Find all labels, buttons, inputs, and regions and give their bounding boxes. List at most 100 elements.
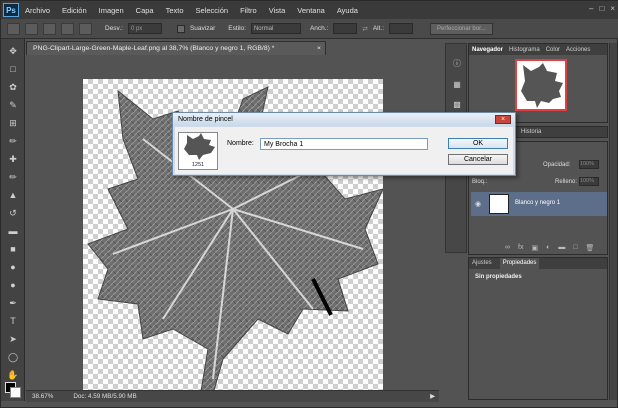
height-input[interactable] xyxy=(389,23,414,34)
brush-panel-icon[interactable]: ▩ xyxy=(451,100,463,110)
brush-name-input[interactable]: My Brocha 1 xyxy=(260,138,428,150)
tools-panel: ✥ □ ✿ ✎ ⊞ ✏ ✚ ✏ ▲ ↺ ▬ ■ ● ● ✒ T ➤ ◯ ✋ xyxy=(1,39,25,401)
fill-input[interactable]: 100% xyxy=(579,177,599,186)
new-selection-icon[interactable] xyxy=(25,22,38,35)
layer-style-icon[interactable]: fx xyxy=(518,244,523,252)
clone-stamp-tool-icon[interactable]: ▲ xyxy=(6,189,20,201)
tab-historia[interactable]: Historia xyxy=(521,129,541,135)
menu-archivo[interactable]: Archivo xyxy=(19,6,56,15)
gradient-tool-icon[interactable]: ■ xyxy=(6,243,20,255)
quick-selection-tool-icon[interactable]: ✎ xyxy=(6,99,20,111)
delete-layer-icon[interactable]: 🗑 xyxy=(586,244,595,252)
lasso-tool-icon[interactable]: ✿ xyxy=(6,81,20,93)
no-properties-text: Sin propiedades xyxy=(475,274,522,280)
status-arrow-icon[interactable]: ▶ xyxy=(430,393,435,400)
eraser-tool-icon[interactable]: ▬ xyxy=(6,225,20,237)
tab-propiedades[interactable]: Propiedades xyxy=(499,258,540,269)
swap-icon[interactable]: ⇄ xyxy=(362,25,367,33)
dodge-tool-icon[interactable]: ● xyxy=(6,279,20,291)
navigator-panel: Navegador Histograma Color Acciones xyxy=(468,43,608,123)
menu-ventana[interactable]: Ventana xyxy=(291,6,331,15)
dialog-close-button[interactable]: × xyxy=(495,115,511,124)
eyedropper-tool-icon[interactable]: ✏ xyxy=(6,135,20,147)
cancel-button[interactable]: Cancelar xyxy=(448,154,508,165)
marquee-tool-preset-icon[interactable] xyxy=(7,22,20,35)
height-label: Alt.: xyxy=(372,25,385,32)
menu-capa[interactable]: Capa xyxy=(130,6,160,15)
ok-button[interactable]: OK xyxy=(448,138,508,149)
status-bar: 38.67% Doc: 4.59 MB/5.90 MB ▶ xyxy=(26,390,439,402)
dialog-body: 1251 Nombre: My Brocha 1 OK Cancelar xyxy=(175,127,513,174)
shape-tool-icon[interactable]: ◯ xyxy=(6,351,20,363)
document-tab[interactable]: PNG-Clipart-Large-Green-Maple-Leaf.png a… xyxy=(26,41,326,55)
menu-edicion[interactable]: Edición xyxy=(56,6,93,15)
menu-imagen[interactable]: Imagen xyxy=(93,6,130,15)
tab-ajustes[interactable]: Ajustes xyxy=(472,258,492,269)
background-color-swatch[interactable] xyxy=(10,387,21,398)
fill-label: Relleno: xyxy=(555,179,578,185)
menu-seleccion[interactable]: Selección xyxy=(190,6,235,15)
menu-texto[interactable]: Texto xyxy=(160,6,190,15)
add-selection-icon[interactable] xyxy=(43,22,56,35)
tab-color[interactable]: Color xyxy=(546,47,560,53)
close-icon[interactable]: × xyxy=(610,4,615,13)
brush-size-number: 1251 xyxy=(191,162,205,168)
width-input[interactable] xyxy=(333,23,358,34)
navigator-tabs: Navegador Histograma Color Acciones xyxy=(469,44,607,55)
link-layers-icon[interactable]: ∞ xyxy=(505,244,510,252)
healing-brush-tool-icon[interactable]: ✚ xyxy=(6,153,20,165)
hand-tool-icon[interactable]: ✋ xyxy=(6,369,20,381)
menu-ayuda[interactable]: Ayuda xyxy=(331,6,364,15)
brush-tool-icon[interactable]: ✏ xyxy=(6,171,20,183)
brush-preview: 1251 xyxy=(178,132,218,170)
pen-tool-icon[interactable]: ✒ xyxy=(6,297,20,309)
tab-histograma[interactable]: Histograma xyxy=(509,47,540,53)
info-panel-icon[interactable]: ⓘ xyxy=(451,58,463,68)
right-scrollbar[interactable] xyxy=(609,43,617,400)
photoshop-window: Ps Archivo Edición Imagen Capa Texto Sel… xyxy=(0,0,618,408)
path-selection-tool-icon[interactable]: ➤ xyxy=(6,333,20,345)
history-brush-tool-icon[interactable]: ↺ xyxy=(6,207,20,219)
tab-navegador[interactable]: Navegador xyxy=(472,47,503,53)
minimize-icon[interactable]: – xyxy=(589,4,593,13)
canvas-area[interactable] xyxy=(26,55,439,395)
visibility-eye-icon[interactable]: ◉ xyxy=(475,200,481,208)
antialias-checkbox[interactable] xyxy=(176,24,185,33)
opacity-label: Opacidad: xyxy=(543,162,571,168)
close-tab-icon[interactable]: × xyxy=(317,42,321,55)
menu-filtro[interactable]: Filtro xyxy=(234,6,263,15)
layer-row[interactable]: ◉ Blanco y negro 1 xyxy=(471,192,607,216)
maximize-icon[interactable]: □ xyxy=(599,4,604,13)
subtract-selection-icon[interactable] xyxy=(61,22,74,35)
move-tool-icon[interactable]: ✥ xyxy=(6,45,20,57)
crop-tool-icon[interactable]: ⊞ xyxy=(6,117,20,129)
app-logo: Ps xyxy=(3,3,19,17)
intersect-selection-icon[interactable] xyxy=(79,22,92,35)
brush-leaf-preview xyxy=(184,133,215,160)
tab-acciones[interactable]: Acciones xyxy=(566,47,590,53)
menu-vista[interactable]: Vista xyxy=(263,6,292,15)
navigator-preview[interactable] xyxy=(515,59,567,111)
menu-bar: Ps Archivo Edición Imagen Capa Texto Sel… xyxy=(1,1,618,19)
layer-mask-icon[interactable]: ▣ xyxy=(531,244,538,252)
new-layer-icon[interactable]: □ xyxy=(573,244,577,252)
properties-tabs: Ajustes Propiedades xyxy=(469,258,607,269)
style-select[interactable]: Normal xyxy=(250,23,301,34)
new-group-icon[interactable]: ▬ xyxy=(558,244,565,252)
brush-presets-icon[interactable]: ▦ xyxy=(451,80,463,90)
blur-tool-icon[interactable]: ● xyxy=(6,261,20,273)
name-label: Nombre: xyxy=(227,140,254,147)
antialias-label: Suavizar xyxy=(189,25,216,32)
refine-edge-button[interactable]: Perfeccionar bor... xyxy=(430,22,493,35)
layer-name: Blanco y negro 1 xyxy=(515,200,561,206)
feather-label: Desv.: xyxy=(105,25,123,32)
properties-panel: Ajustes Propiedades Sin propiedades xyxy=(468,257,608,400)
navigator-leaf-thumbnail xyxy=(521,63,563,108)
window-controls: – □ × xyxy=(589,4,615,13)
feather-input[interactable]: 0 px xyxy=(127,23,162,34)
type-tool-icon[interactable]: T xyxy=(6,315,20,327)
zoom-level[interactable]: 38.67% xyxy=(32,393,53,400)
opacity-input[interactable]: 100% xyxy=(579,160,599,169)
marquee-tool-icon[interactable]: □ xyxy=(6,63,20,75)
adjustment-layer-icon[interactable]: ◐ xyxy=(546,244,550,252)
